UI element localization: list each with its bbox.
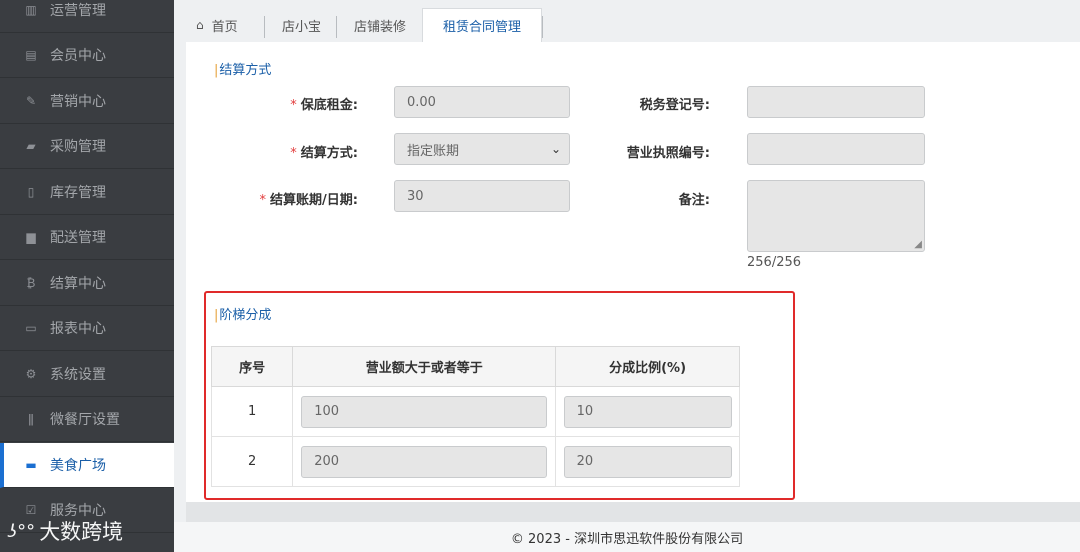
tab-separator (336, 16, 337, 38)
tab-label: 首页 (211, 19, 238, 35)
watermark-logo-icon: ʖ°° (8, 520, 36, 542)
watermark-text: 大数跨境 (39, 520, 124, 544)
table-row: 2 200 20 (210, 436, 740, 487)
tab-label: 店小宝 (282, 19, 322, 35)
bar-chart-icon: ▥ (25, 3, 37, 17)
sidebar-item-inventory[interactable]: ▯ 库存管理 (0, 170, 174, 215)
sidebar-item-label: 结算中心 (50, 276, 106, 292)
sidebar-item-label: 报表中心 (50, 321, 106, 337)
sidebar-item-settings[interactable]: ⚙ 系统设置 (0, 352, 174, 397)
deposit-label: * 保底租金: (290, 98, 358, 113)
sidebar-item-label: 系统设置 (50, 367, 106, 383)
tab-shop-decoration[interactable]: 店铺装修 (354, 8, 406, 42)
sidebar-item-settlement[interactable]: ₿ 结算中心 (0, 261, 174, 306)
sidebar-item-label: 微餐厅设置 (50, 412, 120, 428)
resize-handle-icon[interactable]: ◢ (914, 239, 922, 250)
sidebar-item-reports[interactable]: ▭ 报表中心 (0, 306, 174, 351)
book-icon: ▰ (26, 139, 36, 153)
sidebar-item-label: 运营管理 (50, 3, 106, 19)
sidebar-item-marketing[interactable]: ✎ 营销中心 (0, 79, 174, 124)
footer-copyright: © 2023 - 深圳市思迅软件股份有限公司 (174, 522, 1080, 552)
tab-label: 租赁合同管理 (442, 20, 521, 35)
ratio-input[interactable]: 10 (563, 395, 732, 428)
column-header-index: 序号 (210, 346, 294, 387)
clipboard-icon: ▯ (27, 185, 35, 199)
bitcoin-icon: ₿ (26, 276, 36, 290)
tab-dianxiaobao[interactable]: 店小宝 (282, 8, 321, 42)
sidebar-item-delivery[interactable]: ▆ 配送管理 (0, 215, 174, 260)
tax-number-input[interactable] (747, 86, 925, 118)
tax-number-label: 税务登记号: (639, 98, 710, 113)
section-title-tier: |阶梯分成 (214, 308, 272, 323)
column-header-amount: 营业额大于或者等于 (292, 346, 557, 387)
table-header-row: 序号 营业额大于或者等于 分成比例(%) (210, 346, 740, 387)
sidebar-item-micro-restaurant[interactable]: ǁ 微餐厅设置 (0, 397, 174, 442)
table-row: 1 100 10 (210, 386, 740, 437)
amount-input[interactable]: 200 (301, 445, 548, 478)
remark-char-counter: 256/256 (747, 255, 802, 270)
amount-input[interactable]: 100 (301, 395, 548, 428)
remark-textarea[interactable]: ◢ (747, 180, 925, 252)
tab-separator (264, 16, 265, 38)
cutlery-icon: ǁ (28, 412, 34, 426)
section-title-settlement: |结算方式 (214, 63, 272, 78)
sidebar-item-label: 采购管理 (50, 139, 106, 155)
tab-home[interactable]: ⌂ 首页 (196, 8, 238, 42)
sidebar-item-purchasing[interactable]: ▰ 采购管理 (0, 124, 174, 169)
ratio-input[interactable]: 20 (563, 445, 732, 478)
settlement-method-label: * 结算方式: (290, 146, 358, 161)
home-icon: ⌂ (196, 18, 204, 32)
checkbox-icon: ☑ (25, 503, 37, 517)
tab-lease-contract[interactable]: 租赁合同管理 (422, 8, 542, 42)
footer-strip (186, 502, 1080, 522)
sidebar-item-label: 美食广场 (50, 458, 106, 474)
sidebar: ▥ 运营管理 ▤ 会员中心 ✎ 营销中心 ▰ 采购管理 ▯ 库存管理 ▆ 配送管… (0, 0, 174, 552)
truck-icon: ▆ (26, 230, 36, 244)
tab-separator (542, 16, 543, 38)
watermark: ʖ°° 大数跨境 (8, 516, 123, 546)
gears-icon: ⚙ (25, 367, 37, 381)
edit-icon: ✎ (25, 94, 37, 108)
sidebar-item-food-court[interactable]: ▬ 美食广场 (0, 443, 174, 488)
row-index: 1 (210, 386, 294, 437)
sidebar-item-label: 营销中心 (50, 94, 106, 110)
tier-table: 序号 营业额大于或者等于 分成比例(%) 1 100 10 2 200 20 (210, 346, 740, 487)
tab-label: 店铺装修 (354, 19, 407, 35)
remark-label: 备注: (678, 193, 710, 208)
sidebar-item-members[interactable]: ▤ 会员中心 (0, 33, 174, 78)
row-index: 2 (210, 436, 294, 487)
tab-bar: ⌂ 首页 店小宝 店铺装修 租赁合同管理 (174, 0, 1080, 42)
file-icon: ▭ (25, 321, 37, 335)
monitor-icon: ▬ (25, 458, 37, 472)
id-card-icon: ▤ (25, 48, 37, 62)
license-number-input[interactable] (747, 133, 925, 165)
settlement-period-label: * 结算账期/日期: (259, 193, 358, 208)
sidebar-item-label: 会员中心 (50, 48, 106, 64)
sidebar-item-operations[interactable]: ▥ 运营管理 (0, 0, 174, 33)
column-header-ratio: 分成比例(%) (555, 346, 740, 387)
sidebar-item-label: 库存管理 (50, 185, 106, 201)
license-number-label: 营业执照编号: (626, 146, 710, 161)
sidebar-item-label: 配送管理 (50, 230, 106, 246)
